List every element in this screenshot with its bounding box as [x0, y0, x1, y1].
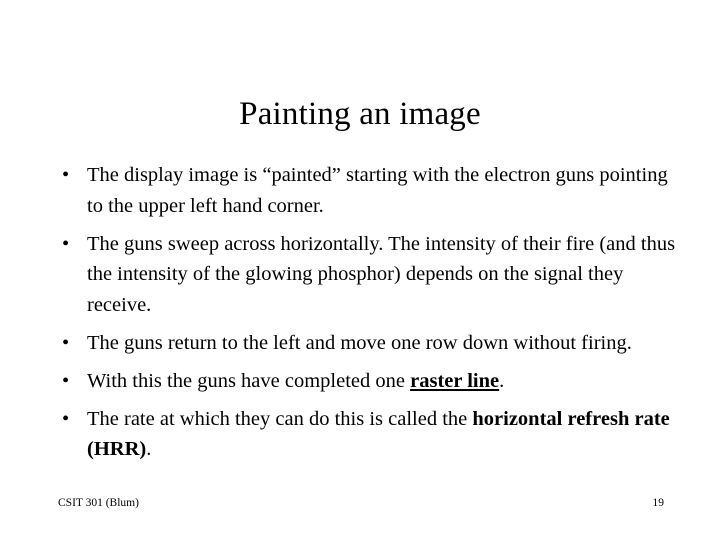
list-item: • The guns sweep across horizontally. Th…: [58, 229, 676, 321]
bullet-icon: •: [62, 164, 70, 186]
text-segment: The guns sweep across horizontally. The …: [87, 232, 676, 317]
list-item-text: The guns return to the left and move one…: [87, 328, 676, 359]
text-segment: .: [146, 438, 152, 461]
slide: Painting an image • The display image is…: [0, 0, 720, 540]
text-segment: The guns return to the left and move one…: [87, 331, 632, 354]
text-segment: .: [499, 369, 505, 392]
list-item-text: The display image is “painted” starting …: [87, 160, 676, 222]
bullet-icon: •: [62, 369, 70, 392]
list-item: • The guns return to the left and move o…: [58, 328, 676, 359]
list-item-text: With this the guns have completed one ra…: [87, 366, 676, 397]
page-title: Painting an image: [239, 96, 481, 133]
text-segment: With this the guns have completed one: [87, 369, 411, 392]
bullet-icon: •: [62, 407, 70, 430]
list-item-text: The rate at which they can do this is ca…: [87, 404, 676, 466]
list-item: • The display image is “painted” startin…: [58, 160, 676, 222]
slide-footer: CSIT 301 (Blum) 19: [58, 495, 664, 511]
footer-course-label: CSIT 301 (Blum): [58, 497, 139, 509]
list-item: • The rate at which they can do this is …: [58, 404, 676, 466]
bullet-icon: •: [62, 232, 70, 255]
list-item-text: The guns sweep across horizontally. The …: [87, 229, 676, 321]
text-segment: The display image is “painted” starting …: [87, 164, 668, 217]
bullet-list: • The display image is “painted” startin…: [58, 160, 676, 465]
list-item: • With this the guns have completed one …: [58, 366, 676, 397]
bullet-icon: •: [62, 331, 70, 354]
slide-number: 19: [652, 497, 665, 509]
emphasis-term-raster-line: raster line: [410, 369, 500, 392]
text-segment: The rate at which they can do this is ca…: [87, 407, 473, 430]
